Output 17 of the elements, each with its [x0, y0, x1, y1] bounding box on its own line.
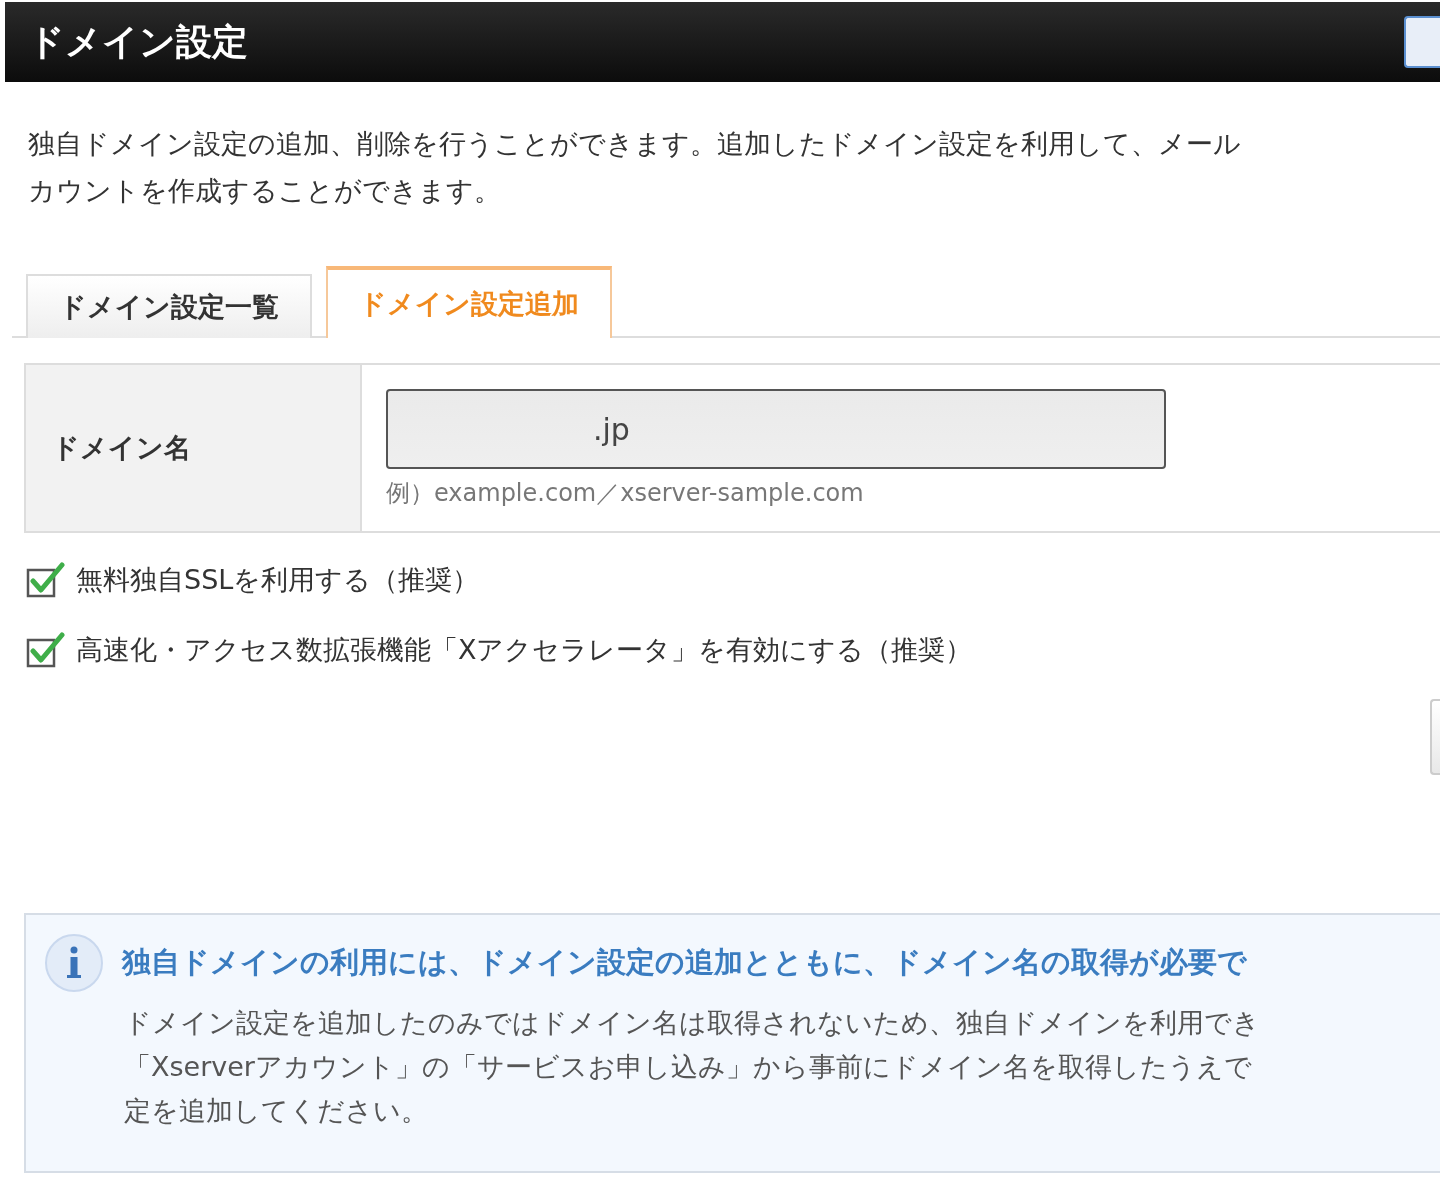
notice-text: 定を追加してください。 [124, 1094, 428, 1128]
notice-text: ドメイン設定を追加したのみではドメイン名は取得されないため、独自ドメインを利用でき [124, 1006, 1260, 1040]
header-button[interactable] [1404, 16, 1440, 68]
option-label: 高速化・アクセス数拡張機能「Xアクセラレータ」を有効にする（推奨） [76, 633, 973, 667]
description-text: 独自ドメイン設定の追加、削除を行うことができます。追加したドメイン設定を利用して、メール [28, 127, 1241, 161]
domain-input-field[interactable]: .jp [386, 389, 1166, 469]
hint-text: 例）example.com／xserver-sample.com [386, 478, 865, 509]
page-title: ドメイン設定 [28, 19, 248, 64]
checkbox[interactable] [26, 562, 66, 598]
checkbox[interactable] [26, 632, 66, 668]
notice-title: 独自ドメインの利用には、ドメイン設定の追加とともに、ドメイン名の取得が必要で [122, 944, 1247, 981]
info-icon [44, 933, 104, 993]
notice-text: 「Xserverアカウント」の「サービスお申し込み」から事前にドメイン名を取得したうえで [124, 1050, 1252, 1084]
option-label: 無料独自SSLを利用する（推奨） [76, 563, 480, 597]
tab[interactable]: ドメイン設定一覧 [26, 274, 312, 338]
description-text: カウントを作成することができます。 [28, 174, 501, 208]
field-label: ドメイン名 [26, 365, 362, 531]
